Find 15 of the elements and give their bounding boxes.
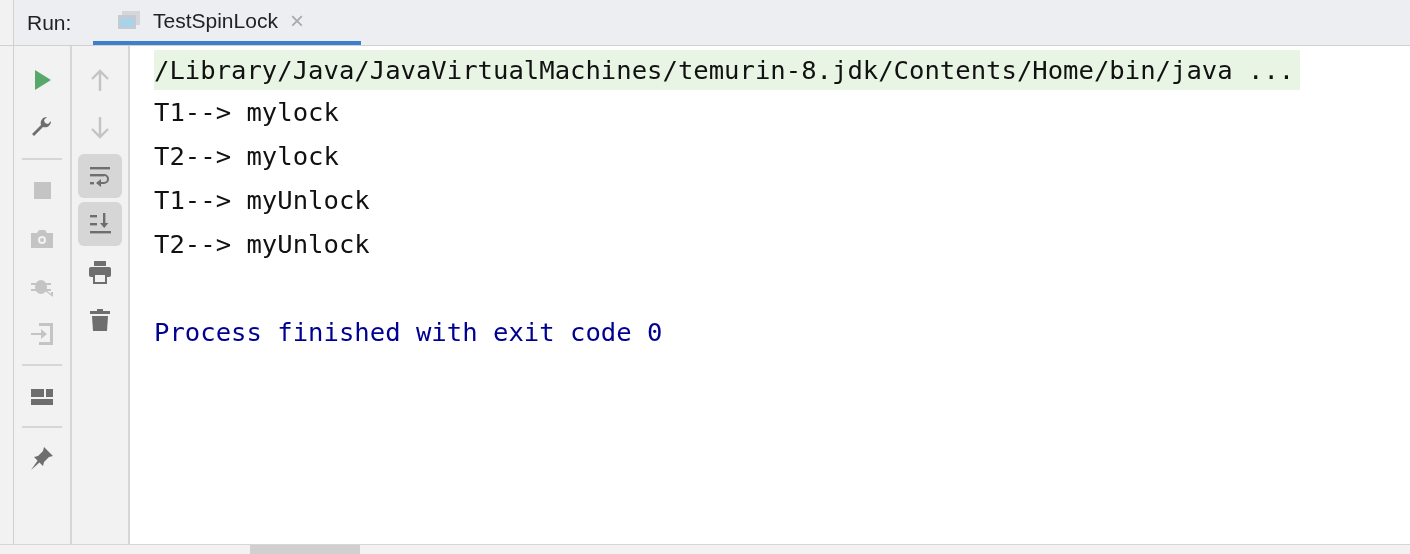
run-tab[interactable]: TestSpinLock × [93, 0, 361, 45]
console-output-line: T1--> mylock [154, 96, 339, 129]
trash-icon [87, 307, 113, 333]
soft-wrap-button[interactable] [78, 154, 122, 198]
console-output-line: T2--> mylock [154, 140, 339, 173]
login-icon [29, 321, 55, 347]
scroll-to-end-button[interactable] [78, 202, 122, 246]
console-output-line: T2--> myUnlock [154, 228, 370, 261]
pin-icon [29, 445, 55, 471]
print-icon [87, 259, 113, 285]
run-label: Run: [27, 10, 73, 35]
exit-message: Process finished with exit code 0 [154, 316, 663, 349]
window-icon [117, 9, 141, 32]
console-output-line: T1--> myUnlock [154, 184, 370, 217]
scrollbar-thumb[interactable] [250, 545, 360, 554]
